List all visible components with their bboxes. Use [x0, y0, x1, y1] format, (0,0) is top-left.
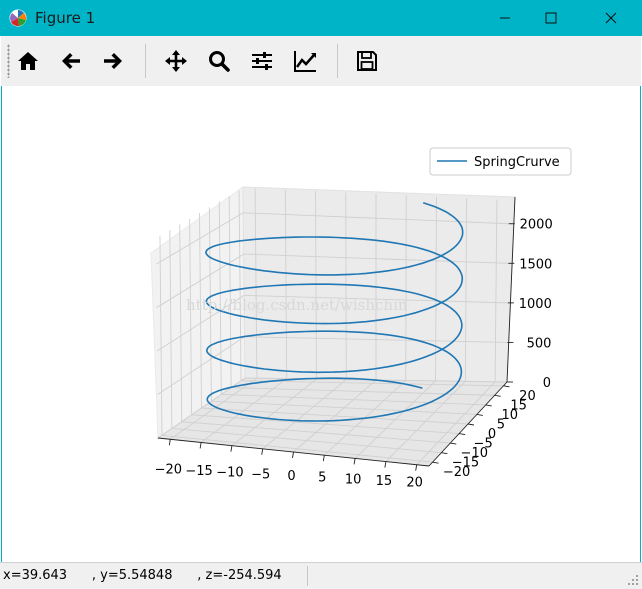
status-separator	[307, 566, 308, 586]
y-tick-mark	[494, 394, 501, 397]
x-tick-label: −5	[251, 467, 270, 482]
z-tick-label: 2000	[520, 218, 553, 233]
axes-panes	[150, 186, 516, 467]
home-icon	[18, 52, 38, 70]
minimize-icon	[500, 17, 510, 19]
back-button[interactable]	[55, 45, 87, 77]
y-tick-mark	[459, 433, 466, 435]
y-tick-label: 0	[488, 427, 496, 442]
subplots-button[interactable]	[246, 45, 278, 77]
y-tick-mark	[432, 461, 439, 464]
3d-plot[interactable]: −20 −15 −10 −5 0 5 10 15 20−20−15−10−50510152005…	[2, 86, 642, 562]
x-tick-mark	[353, 458, 356, 465]
y-tick-mark	[467, 423, 475, 426]
pan-button[interactable]	[160, 45, 192, 77]
arrow-right-icon	[104, 53, 122, 69]
watermark-text: http://blog.csdn.net/wishchin	[186, 296, 408, 314]
x-tick-label: 10	[345, 472, 362, 487]
z-tick-label: 1500	[519, 257, 552, 272]
x-tick-mark	[199, 442, 202, 449]
legend: SpringCrurve	[429, 147, 572, 176]
x-tick-mark	[261, 448, 264, 455]
close-button[interactable]	[588, 0, 634, 36]
line-chart-icon	[294, 51, 316, 72]
home-button[interactable]	[12, 45, 44, 77]
y-tick-label: 20	[519, 389, 536, 404]
toolbar	[1, 36, 641, 86]
cursor-coordinates: x=39.643 , y=5.54848 , z=-254.594	[3, 568, 282, 583]
x-tick-mark	[230, 445, 233, 452]
x-tick-mark	[168, 439, 171, 446]
close-icon	[605, 12, 617, 24]
y-tick-mark	[485, 404, 492, 407]
maximize-button[interactable]	[528, 0, 574, 36]
z-tick-label: 500	[527, 336, 552, 351]
minimize-button[interactable]	[482, 0, 528, 36]
x-tick-label: 20	[406, 476, 423, 491]
z-tick-label: 1000	[519, 297, 552, 312]
status-bar: x=39.643 , y=5.54848 , z=-254.594	[0, 562, 642, 589]
move-icon	[165, 50, 187, 72]
zoom-button[interactable]	[203, 45, 235, 77]
maximize-icon	[545, 12, 557, 24]
save-button[interactable]	[351, 45, 383, 77]
x-tick-label: −15	[185, 464, 212, 479]
matplotlib-logo-icon	[9, 9, 27, 27]
z-tick-label: 0	[543, 376, 551, 391]
title-bar: Figure 1	[0, 0, 642, 36]
x-tick-label: 15	[376, 474, 393, 489]
y-tick-mark	[476, 414, 483, 416]
forward-button[interactable]	[97, 45, 129, 77]
x-tick-label: 5	[318, 471, 326, 486]
x-tick-label: −10	[216, 466, 243, 481]
floppy-disk-icon	[357, 51, 377, 71]
y-tick-mark	[503, 385, 510, 388]
edit-axes-button[interactable]	[289, 45, 321, 77]
sliders-icon	[252, 52, 272, 70]
magnifier-icon	[209, 51, 230, 72]
x-tick-mark	[322, 455, 325, 462]
arrow-left-icon	[62, 53, 80, 69]
toolbar-separator	[145, 44, 146, 78]
legend-label: SpringCrurve	[474, 155, 560, 170]
y-tick-mark	[441, 452, 448, 455]
toolbar-separator	[337, 44, 338, 78]
x-tick-mark	[415, 464, 418, 471]
x-tick-label: 0	[287, 469, 295, 484]
toolbar-grip[interactable]	[7, 44, 10, 78]
figure-canvas[interactable]: −20 −15 −10 −5 0 5 10 15 20 −20 −15 −10 −5 0 5 10 15 20 0 5…	[1, 86, 641, 562]
window-title: Figure 1	[35, 9, 96, 27]
y-tick-mark	[450, 442, 457, 445]
x-tick-label: −20	[155, 462, 182, 477]
resize-grip-icon[interactable]	[627, 574, 639, 586]
x-tick-mark	[292, 451, 294, 459]
x-tick-mark	[384, 461, 387, 468]
